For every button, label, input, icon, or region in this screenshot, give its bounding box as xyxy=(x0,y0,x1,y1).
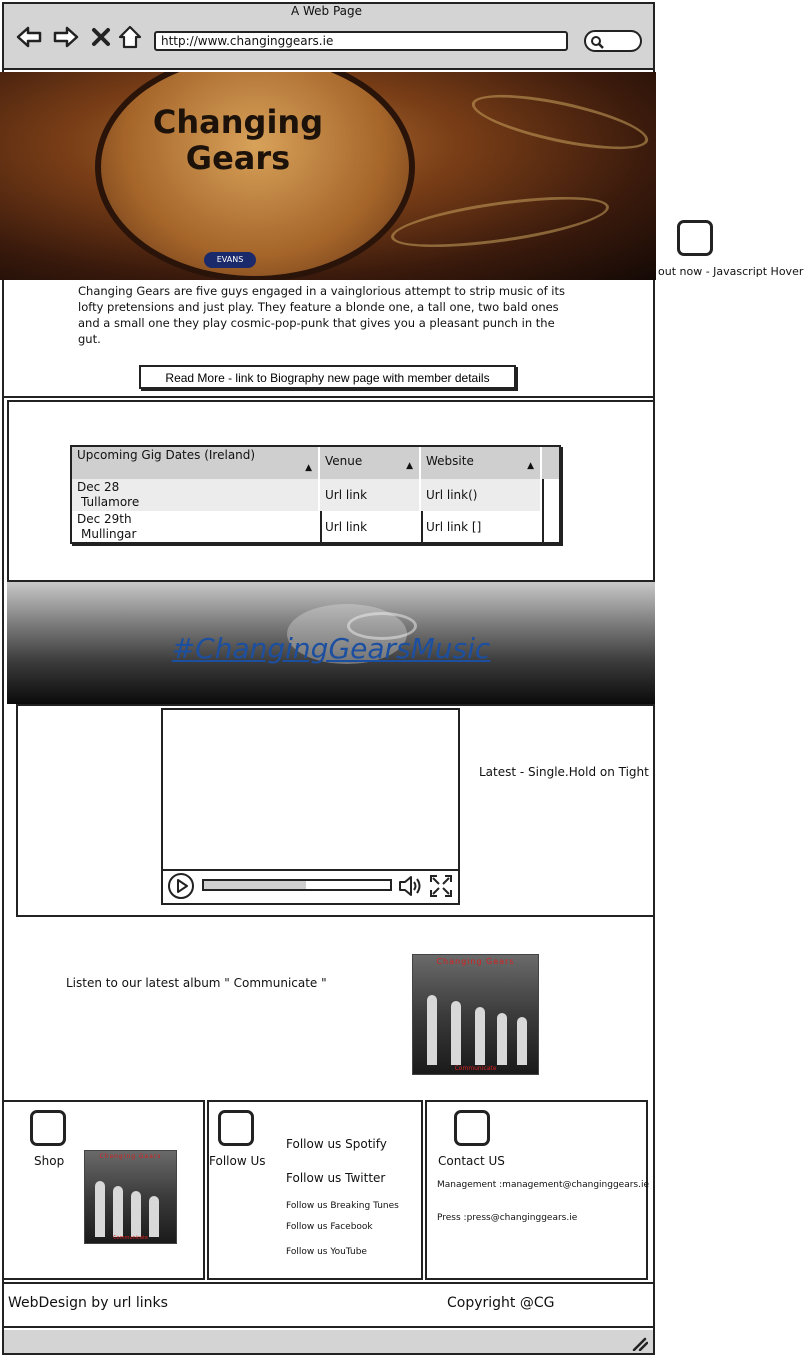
sort-up-icon: ▲ xyxy=(305,463,312,473)
management-email[interactable]: Management :management@changinggears.ie xyxy=(437,1180,649,1190)
fullscreen-icon[interactable] xyxy=(429,874,453,898)
sort-up-icon: ▲ xyxy=(406,461,413,471)
hero-image: Changing Gears EVANS xyxy=(0,72,656,280)
website-link[interactable]: Url link [] xyxy=(421,511,540,543)
back-arrow-icon[interactable] xyxy=(16,24,42,50)
window-title: A Web Page xyxy=(290,4,363,18)
shop-icon[interactable] xyxy=(30,1110,66,1146)
contact-icon[interactable] xyxy=(454,1110,490,1146)
intro-text: Changing Gears are five guys engaged in … xyxy=(78,284,565,346)
breaking-tunes-link[interactable]: Follow us Breaking Tunes xyxy=(286,1201,399,1211)
play-icon[interactable] xyxy=(167,872,195,900)
band-banner-image: #ChangingGearsMusic xyxy=(7,582,655,704)
hover-note: out now - Javascript Hover xyxy=(658,265,804,278)
album-cover-image[interactable]: Changing Gears Communicate xyxy=(412,954,539,1075)
website-link[interactable]: Url link() xyxy=(421,479,540,511)
search-field[interactable] xyxy=(584,30,642,52)
gig-header-dates[interactable]: Upcoming Gig Dates (Ireland) ▲ xyxy=(72,447,318,479)
venue-link[interactable]: Url link xyxy=(320,511,419,543)
copyright-text: Copyright @CG xyxy=(447,1295,555,1311)
cymbal-shape xyxy=(388,186,612,258)
venue-link[interactable]: Url link xyxy=(320,479,419,511)
table-scroll-header xyxy=(542,447,559,479)
shop-album-image[interactable]: Changing Gears Communicate xyxy=(84,1150,177,1244)
table-row: Dec 28 Tullamore xyxy=(72,479,318,511)
volume-icon[interactable] xyxy=(398,874,424,898)
read-more-button[interactable]: Read More - link to Biography new page w… xyxy=(139,365,516,389)
shop-link[interactable]: Shop xyxy=(34,1154,64,1168)
gig-header-venue[interactable]: Venue ▲ xyxy=(320,447,419,479)
video-progress-bar[interactable] xyxy=(202,879,392,891)
album-text: Listen to our latest album " Communicate… xyxy=(66,976,327,990)
forward-arrow-icon[interactable] xyxy=(53,24,79,50)
table-row: Dec 29th Mullingar xyxy=(77,512,137,541)
video-progress-fill xyxy=(204,881,307,889)
youtube-link[interactable]: Follow us YouTube xyxy=(286,1247,367,1257)
webdesign-credit[interactable]: WebDesign by url links xyxy=(8,1295,168,1311)
spotify-link[interactable]: Follow us Spotify xyxy=(286,1137,387,1151)
gig-table: Upcoming Gig Dates (Ireland) ▲ Venue ▲ W… xyxy=(70,445,561,544)
home-icon[interactable] xyxy=(117,24,143,50)
hover-placeholder-icon[interactable] xyxy=(677,220,713,256)
stop-icon[interactable] xyxy=(88,24,114,50)
search-icon xyxy=(591,36,604,49)
press-email[interactable]: Press :press@changinggears.ie xyxy=(437,1213,577,1223)
drum-brand-label: EVANS xyxy=(204,252,256,268)
gig-header-website[interactable]: Website ▲ xyxy=(421,447,540,479)
contact-label: Contact US xyxy=(438,1154,505,1168)
address-bar[interactable]: http://www.changinggears.ie xyxy=(154,31,568,51)
resize-grip-icon[interactable] xyxy=(632,1336,649,1352)
twitter-link[interactable]: Follow us Twitter xyxy=(286,1171,385,1185)
follow-icon[interactable] xyxy=(218,1110,254,1146)
facebook-link[interactable]: Follow us Facebook xyxy=(286,1222,373,1232)
sort-up-icon: ▲ xyxy=(527,461,534,471)
status-bar xyxy=(4,1330,653,1353)
cymbal-shape xyxy=(467,83,653,161)
hashtag-link[interactable]: #ChangingGearsMusic xyxy=(7,632,655,665)
latest-single-caption: Latest - Single.Hold on Tight xyxy=(479,765,649,779)
hero-band-name: Changing Gears xyxy=(152,103,324,177)
follow-label: Follow Us xyxy=(209,1154,266,1168)
